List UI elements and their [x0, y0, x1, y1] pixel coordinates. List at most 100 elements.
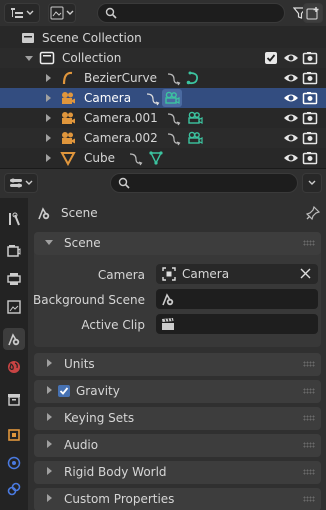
camera-data-icon[interactable]	[162, 89, 182, 107]
outliner-row-camera-002[interactable]: Camera.002	[0, 128, 326, 148]
outliner-row-camera-001[interactable]: Camera.001	[0, 108, 326, 128]
tab-collection[interactable]	[3, 388, 25, 410]
tab-constraints[interactable]	[3, 478, 25, 500]
new-collection-button[interactable]	[303, 3, 323, 23]
new-collection-icon	[306, 6, 320, 20]
camera-render-icon[interactable]	[302, 110, 318, 126]
disclosure-triangle-icon[interactable]	[46, 114, 51, 122]
panel-rigid-body-world-header[interactable]: Rigid Body World	[34, 461, 321, 484]
tab-view-layer[interactable]	[3, 296, 25, 318]
drag-grip-icon[interactable]	[303, 496, 315, 502]
editor-type-button[interactable]	[4, 173, 38, 193]
properties-tab-bar	[0, 198, 28, 510]
camera-render-icon[interactable]	[302, 50, 318, 66]
panel-title: Custom Properties	[64, 492, 175, 506]
tab-physics[interactable]	[3, 452, 25, 474]
camera-render-icon[interactable]	[302, 70, 318, 86]
drag-grip-icon[interactable]	[303, 469, 315, 475]
disclosure-triangle-icon[interactable]	[25, 56, 33, 61]
background-scene-field[interactable]	[156, 289, 318, 309]
panel-units-header[interactable]: Units	[34, 353, 321, 376]
panel-keying-sets[interactable]: Keying Sets	[34, 407, 321, 430]
eye-icon[interactable]	[283, 110, 299, 126]
panel-gravity-header[interactable]: Gravity	[34, 380, 321, 403]
drag-grip-icon[interactable]	[303, 415, 315, 421]
row-label: Camera.001	[84, 111, 158, 125]
panel-title: Rigid Body World	[64, 465, 167, 479]
camera-render-icon[interactable]	[302, 150, 318, 166]
editor-type-button[interactable]	[4, 3, 40, 23]
modifier-link-icon	[166, 70, 182, 86]
panel-title: Gravity	[76, 384, 120, 398]
chevron-right-icon	[47, 359, 52, 367]
eye-icon[interactable]	[283, 90, 299, 106]
camera-object-icon	[60, 110, 76, 126]
disclosure-triangle-icon[interactable]	[46, 134, 51, 142]
tab-world[interactable]	[3, 356, 25, 378]
tab-render[interactable]	[3, 240, 25, 262]
eye-icon[interactable]	[283, 130, 299, 146]
chevron-down-icon	[308, 179, 316, 187]
drag-grip-icon[interactable]	[303, 388, 315, 394]
row-label: Camera	[84, 91, 132, 105]
panel-audio[interactable]: Audio	[34, 434, 321, 457]
panel-title: Scene	[64, 236, 101, 250]
outliner-row-camera[interactable]: Camera	[0, 88, 326, 108]
tab-tool[interactable]	[3, 208, 25, 230]
disclosure-triangle-icon[interactable]	[46, 74, 51, 82]
eye-icon[interactable]	[283, 70, 299, 86]
chevron-down-icon	[66, 9, 74, 17]
exclude-checkbox[interactable]	[265, 52, 277, 64]
world-globe-icon	[7, 360, 21, 374]
drag-grip-icon[interactable]	[303, 240, 315, 246]
tab-object[interactable]	[3, 424, 25, 446]
chevron-right-icon	[47, 386, 52, 394]
row-label: Collection	[62, 51, 122, 65]
drag-grip-icon[interactable]	[303, 361, 315, 367]
tab-scene[interactable]	[3, 328, 25, 350]
constraint-link-icon	[7, 482, 21, 496]
camera-field-value: Camera	[182, 267, 230, 281]
collection-icon	[39, 50, 55, 66]
scene-icon	[7, 332, 21, 346]
tab-output[interactable]	[3, 268, 25, 290]
panel-keying-sets-header[interactable]: Keying Sets	[34, 407, 321, 430]
drag-grip-icon[interactable]	[303, 442, 315, 448]
panel-rigid-body-world[interactable]: Rigid Body World	[34, 461, 321, 484]
camera-field[interactable]: Camera	[156, 264, 318, 284]
modifier-link-icon	[166, 130, 182, 146]
disclosure-triangle-icon[interactable]	[46, 154, 51, 162]
outliner-row-beziercurve[interactable]: BezierCurve	[0, 68, 326, 88]
active-clip-label: Active Clip	[81, 318, 145, 332]
properties-editor-icon	[9, 176, 23, 190]
eye-icon[interactable]	[283, 50, 299, 66]
mesh-object-icon	[60, 150, 76, 166]
panel-custom-properties-header[interactable]: Custom Properties	[34, 488, 321, 510]
panel-audio-header[interactable]: Audio	[34, 434, 321, 457]
options-dropdown-button[interactable]	[302, 173, 322, 193]
outliner-row-cube[interactable]: Cube	[0, 148, 326, 168]
camera-render-icon[interactable]	[302, 130, 318, 146]
gravity-checkbox[interactable]	[58, 385, 70, 397]
camera-select-icon	[162, 267, 176, 281]
scene-collection-icon	[20, 30, 36, 46]
outliner-row-scene-collection[interactable]: Scene Collection	[0, 28, 326, 48]
pin-icon[interactable]	[306, 206, 320, 220]
display-mode-button[interactable]	[48, 3, 76, 23]
panel-gravity[interactable]: Gravity	[34, 380, 321, 403]
outliner-search-input[interactable]	[97, 3, 285, 23]
panel-scene-header[interactable]: Scene	[34, 232, 321, 255]
chevron-down-icon	[45, 240, 53, 245]
eye-icon[interactable]	[283, 150, 299, 166]
panel-title: Audio	[64, 438, 99, 452]
chevron-right-icon	[47, 494, 52, 502]
panel-scene: Scene Camera Camera Background Scene Act…	[33, 232, 321, 347]
active-clip-field[interactable]	[156, 314, 318, 334]
camera-render-icon[interactable]	[302, 90, 318, 106]
panel-custom-properties[interactable]: Custom Properties	[34, 488, 321, 510]
properties-search-input[interactable]	[110, 173, 298, 193]
close-icon[interactable]	[300, 268, 311, 279]
outliner-row-collection[interactable]: Collection	[0, 48, 326, 68]
disclosure-triangle-icon[interactable]	[46, 94, 51, 102]
panel-units[interactable]: Units	[34, 353, 321, 376]
